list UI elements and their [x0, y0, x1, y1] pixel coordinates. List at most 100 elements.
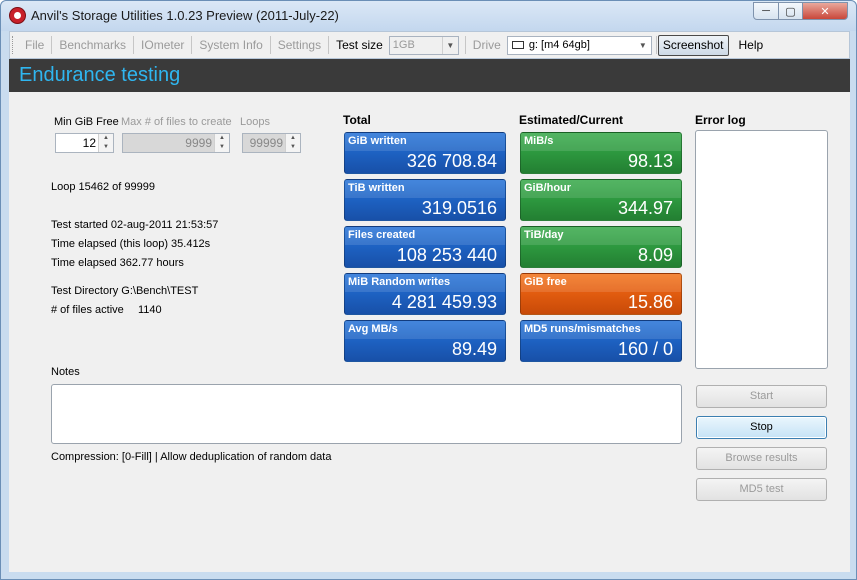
max-files-value: 9999 — [185, 136, 212, 150]
tile-value: 326 708.84 — [406, 151, 497, 171]
tile-value: 344.97 — [617, 198, 673, 218]
menu-system-info[interactable]: System Info — [193, 35, 268, 55]
current-heading: Estimated/Current — [519, 113, 624, 127]
loops-label: Loops — [240, 116, 270, 128]
tile-tib-written: TiB written 319.0516 — [344, 179, 506, 221]
drive-icon — [511, 41, 524, 49]
maximize-button[interactable]: ▢ — [778, 2, 803, 20]
tile-label: TiB/day — [524, 229, 564, 241]
tile-md5-runs: MD5 runs/mismatches 160 / 0 — [520, 320, 682, 362]
tile-mib-random-writes: MiB Random writes 4 281 459.93 — [344, 273, 506, 315]
menu-settings[interactable]: Settings — [272, 35, 327, 55]
loop-counter: Loop 15462 of 99999 — [51, 181, 155, 193]
tile-label: TiB written — [348, 182, 405, 194]
tile-value: 98.13 — [627, 151, 673, 171]
spin-up-icon[interactable]: ▲ — [99, 134, 113, 143]
test-size-label: Test size — [336, 38, 383, 52]
menu-iometer[interactable]: IOmeter — [135, 35, 190, 55]
files-active-label: # of files active — [51, 304, 124, 316]
tile-value: 89.49 — [451, 339, 497, 359]
tile-label: MiB Random writes — [348, 276, 451, 288]
min-free-stepper[interactable]: 12 ▲ ▼ — [55, 133, 114, 153]
tile-label: GiB free — [524, 276, 567, 288]
error-log-textarea[interactable] — [695, 130, 828, 369]
tile-label: GiB/hour — [524, 182, 572, 194]
menu-separator — [51, 36, 53, 54]
menu-file[interactable]: File — [19, 35, 50, 55]
drive-value: g: [m4 64gb] — [528, 39, 590, 51]
tile-label: MD5 runs/mismatches — [524, 323, 641, 335]
menu-separator — [191, 36, 193, 54]
min-free-label: Min GiB Free — [54, 116, 119, 128]
browse-results-button[interactable]: Browse results — [696, 447, 827, 470]
chevron-down-icon: ▼ — [638, 40, 647, 50]
page-title: Endurance testing — [19, 64, 181, 86]
stop-button[interactable]: Stop — [696, 416, 827, 439]
spin-down-icon[interactable]: ▼ — [215, 143, 229, 152]
tile-value: 108 253 440 — [396, 245, 497, 265]
menu-separator — [133, 36, 135, 54]
menu-separator — [269, 36, 271, 54]
window-title: Anvil's Storage Utilities 1.0.23 Preview… — [31, 8, 339, 23]
menu-separator — [328, 36, 330, 54]
close-icon: ✕ — [820, 5, 830, 18]
start-button[interactable]: Start — [696, 385, 827, 408]
minimize-icon: ─ — [762, 5, 770, 17]
tile-value: 4 281 459.93 — [391, 292, 497, 312]
test-size-value: 1GB — [392, 39, 415, 51]
tile-gib-free: GiB free 15.86 — [520, 273, 682, 315]
menu-help[interactable]: Help — [733, 35, 770, 55]
spin-down-icon[interactable]: ▼ — [286, 143, 300, 152]
chevron-down-icon: ▼ — [441, 36, 458, 54]
tile-value: 319.0516 — [421, 198, 497, 218]
spin-down-icon[interactable]: ▼ — [99, 143, 113, 152]
menu-separator — [655, 36, 657, 54]
files-active-value: 1140 — [138, 304, 162, 316]
test-started: Test started 02-aug-2011 21:53:57 — [51, 219, 219, 231]
compression-info: Compression: [0-Fill] | Allow deduplicat… — [51, 451, 332, 463]
toolbar-grip[interactable] — [12, 36, 15, 54]
title-bar[interactable]: Anvil's Storage Utilities 1.0.23 Preview… — [1, 1, 856, 31]
minimize-button[interactable]: ─ — [753, 2, 779, 20]
error-log-heading: Error log — [695, 113, 746, 127]
tile-value: 160 / 0 — [617, 339, 673, 359]
test-directory: Test Directory G:\Bench\TEST — [51, 285, 199, 297]
tile-value: 8.09 — [637, 245, 673, 265]
tile-tib-day: TiB/day 8.09 — [520, 226, 682, 268]
app-window: Anvil's Storage Utilities 1.0.23 Preview… — [0, 0, 857, 580]
max-files-stepper[interactable]: 9999 ▲ ▼ — [122, 133, 230, 153]
max-files-label: Max # of files to create — [121, 116, 232, 128]
drive-label: Drive — [472, 38, 501, 52]
loops-value: 99999 — [249, 136, 283, 150]
tile-label: GiB written — [348, 135, 407, 147]
tile-label: Files created — [348, 229, 416, 241]
test-size-select[interactable]: 1GB ▼ — [388, 35, 459, 55]
total-heading: Total — [343, 113, 371, 127]
tile-label: MiB/s — [524, 135, 554, 147]
md5-test-button[interactable]: MD5 test — [696, 478, 827, 501]
menu-bar: File Benchmarks IOmeter System Info Sett… — [9, 31, 850, 59]
elapsed-total: Time elapsed 362.77 hours — [51, 257, 184, 269]
elapsed-loop: Time elapsed (this loop) 35.412s — [51, 238, 211, 250]
menu-benchmarks[interactable]: Benchmarks — [53, 35, 132, 55]
tile-avg-mbs: Avg MB/s 89.49 — [344, 320, 506, 362]
app-logo-icon — [9, 7, 26, 24]
notes-label: Notes — [51, 366, 80, 378]
notes-textarea[interactable] — [51, 384, 682, 444]
maximize-icon: ▢ — [785, 5, 796, 18]
close-button[interactable]: ✕ — [802, 2, 848, 20]
tile-value: 15.86 — [627, 292, 673, 312]
min-free-value: 12 — [82, 136, 96, 150]
spin-up-icon[interactable]: ▲ — [286, 134, 300, 143]
tile-mibs: MiB/s 98.13 — [520, 132, 682, 174]
menu-separator — [464, 36, 466, 54]
main-panel: Min GiB Free Max # of files to create Lo… — [9, 92, 850, 572]
tile-gib-hour: GiB/hour 344.97 — [520, 179, 682, 221]
drive-select[interactable]: g: [m4 64gb] ▼ — [506, 35, 652, 55]
header-band: Endurance testing — [9, 59, 850, 92]
screenshot-button[interactable]: Screenshot — [657, 34, 729, 56]
loops-stepper[interactable]: 99999 ▲ ▼ — [242, 133, 301, 153]
tile-files-created: Files created 108 253 440 — [344, 226, 506, 268]
spin-up-icon[interactable]: ▲ — [215, 134, 229, 143]
tile-gib-written: GiB written 326 708.84 — [344, 132, 506, 174]
